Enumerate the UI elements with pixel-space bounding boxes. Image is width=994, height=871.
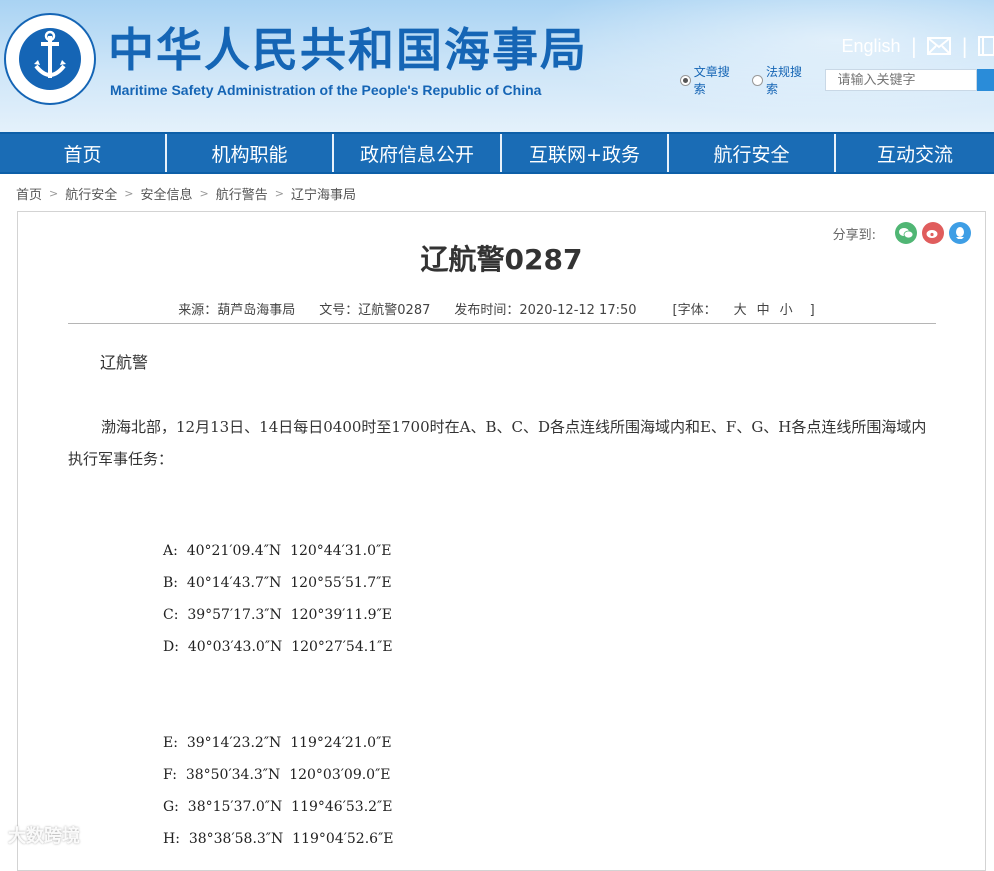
font-medium-button[interactable]: 中 bbox=[757, 303, 770, 318]
site-title-en: Maritime Safety Administration of the Pe… bbox=[110, 82, 542, 98]
breadcrumb: 首页 > 航行安全 > 安全信息 > 航行警告 > 辽宁海事局 bbox=[16, 184, 356, 203]
chevron-right-icon: > bbox=[274, 187, 284, 200]
font-size-switch: [字体： 大中小] bbox=[661, 299, 827, 318]
coord-line: B: 40°14′43.7″N 120°55′51.7″E bbox=[163, 575, 392, 591]
coord-line: A: 40°21′09.4″N 120°44′31.0″E bbox=[163, 543, 392, 559]
search-input[interactable] bbox=[824, 69, 977, 91]
chevron-right-icon: > bbox=[199, 187, 209, 200]
breadcrumb-liaoning[interactable]: 辽宁海事局 bbox=[291, 184, 356, 203]
font-large-button[interactable]: 大 bbox=[734, 303, 747, 318]
chevron-right-icon: > bbox=[124, 187, 134, 200]
radio-label: 法规搜索 bbox=[765, 65, 802, 96]
english-link[interactable]: English bbox=[841, 36, 900, 57]
radio-dot[interactable] bbox=[680, 74, 691, 86]
divider-line bbox=[68, 323, 936, 324]
divider: | bbox=[961, 34, 968, 58]
article-source: 来源：葫芦岛海事局 bbox=[178, 303, 296, 318]
nav-item-functions[interactable]: 机构职能 bbox=[167, 134, 334, 172]
breadcrumb-warnings[interactable]: 航行警告 bbox=[216, 184, 268, 203]
watermark: 大数跨境 bbox=[8, 826, 80, 847]
nav-item-nav-safety[interactable]: 航行安全 bbox=[669, 134, 836, 172]
coord-line: G: 38°15′37.0″N 119°46′53.2″E bbox=[163, 799, 393, 815]
article-heading: 辽航警 bbox=[100, 353, 149, 372]
nav-item-internet-gov[interactable]: 互联网+政务 bbox=[502, 134, 669, 172]
search-button[interactable] bbox=[976, 69, 994, 91]
nav-item-interaction[interactable]: 互动交流 bbox=[836, 134, 994, 172]
article-title: 辽航警0287 bbox=[420, 243, 583, 276]
top-links: English | | bbox=[841, 34, 994, 58]
coord-line: E: 39°14′23.2″N 119°24′21.0″E bbox=[163, 735, 392, 751]
breadcrumb-nav-safety[interactable]: 航行安全 bbox=[65, 184, 117, 203]
book-icon[interactable] bbox=[978, 36, 994, 56]
nav-item-home[interactable]: 首页 bbox=[0, 134, 167, 172]
font-close: ] bbox=[809, 303, 815, 318]
radio-dot[interactable] bbox=[752, 74, 763, 86]
coord-line: H: 38°38′58.3″N 119°04′52.6″E bbox=[163, 831, 394, 847]
mail-icon[interactable] bbox=[927, 37, 952, 55]
chevron-right-icon: > bbox=[49, 187, 59, 200]
main-nav: 首页 机构职能 政府信息公开 互联网+政务 航行安全 互动交流 bbox=[0, 132, 994, 174]
radio-label: 文章搜索 bbox=[693, 65, 730, 96]
coord-line: C: 39°57′17.3″N 120°39′11.9″E bbox=[163, 607, 393, 623]
article-pub-time: 发布时间：2020-12-12 17:50 bbox=[454, 303, 637, 318]
article-paragraph: 渤海北部，12月13日、14日每日0400时至1700时在A、B、C、D各点连线… bbox=[68, 418, 927, 468]
divider: | bbox=[910, 34, 918, 58]
radio-article-search[interactable]: 文章搜索 bbox=[680, 63, 740, 97]
search-bar: 文章搜索 法规搜索 bbox=[680, 65, 994, 96]
breadcrumb-safety-info[interactable]: 安全信息 bbox=[140, 184, 192, 203]
article-doc-no: 文号：辽航警0287 bbox=[319, 303, 431, 318]
msa-logo-icon[interactable] bbox=[3, 12, 97, 106]
font-small-button[interactable]: 小 bbox=[780, 303, 793, 318]
font-label: [字体： bbox=[672, 303, 717, 318]
site-title-cn[interactable]: 中华人民共和国海事局 bbox=[108, 22, 588, 78]
article-card: 分享到: 辽航警0287 来源：葫芦岛海事局 文号：辽航警0287 发布时间：2… bbox=[17, 211, 986, 871]
article-meta: 来源：葫芦岛海事局 文号：辽航警0287 发布时间：2020-12-12 17:… bbox=[18, 299, 987, 318]
nav-item-gov-info[interactable]: 政府信息公开 bbox=[334, 134, 502, 172]
breadcrumb-home[interactable]: 首页 bbox=[16, 184, 42, 203]
coord-line: F: 38°50′34.3″N 120°03′09.0″E bbox=[163, 767, 391, 783]
site-header: 中华人民共和国海事局 Maritime Safety Administratio… bbox=[0, 0, 994, 132]
coord-line: D: 40°03′43.0″N 120°27′54.1″E bbox=[163, 639, 393, 655]
radio-law-search[interactable]: 法规搜索 bbox=[752, 63, 812, 97]
